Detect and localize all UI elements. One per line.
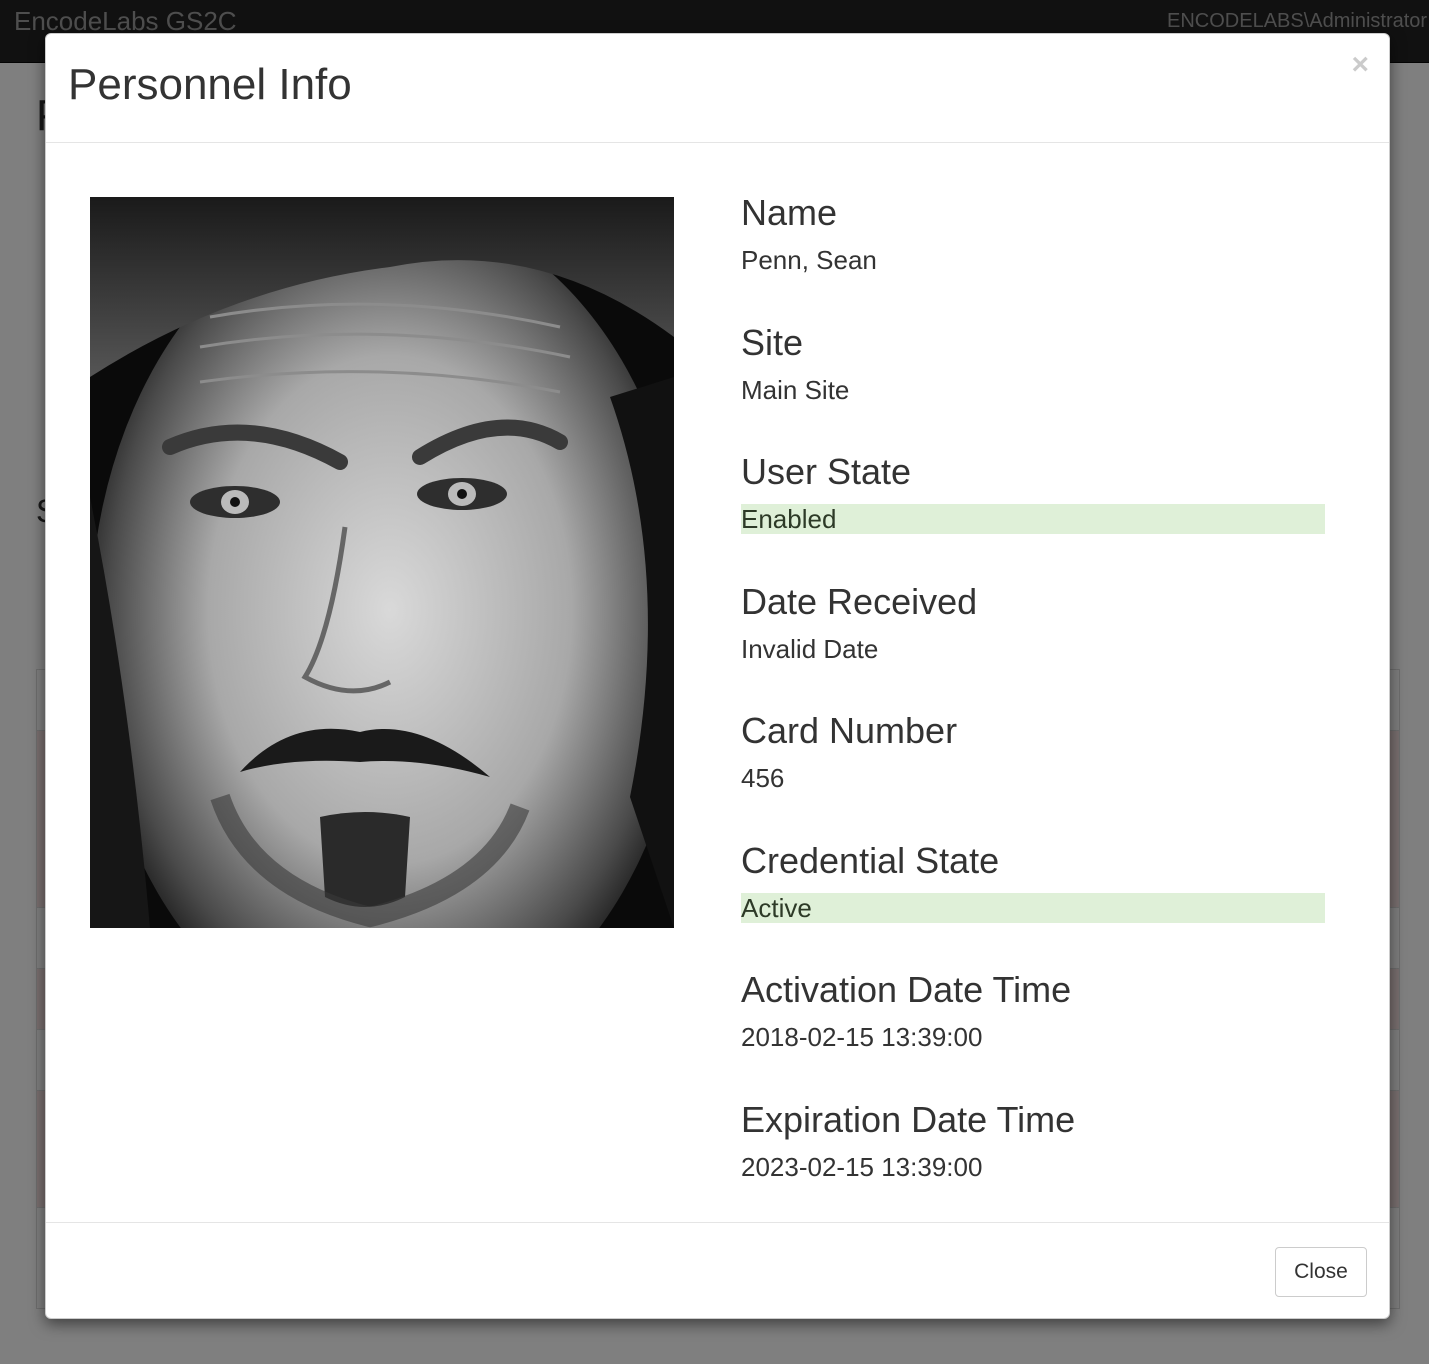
personnel-fields: Name Penn, Sean Site Main Site User Stat…	[741, 193, 1325, 1229]
field-label: Expiration Date Time	[741, 1098, 1076, 1140]
status-badge: Active	[741, 892, 1325, 923]
status-badge: Enabled	[741, 504, 1325, 534]
field-site: Site Main Site	[741, 321, 1325, 453]
field-value: 2023-02-15 13:39:00	[741, 1151, 983, 1182]
field-value: Main Site	[741, 374, 850, 405]
field-label: User State	[741, 451, 912, 492]
field-label: Activation Date Time	[741, 969, 1072, 1010]
field-label: Date Received	[741, 580, 978, 622]
personnel-info-modal: Personnel Info × Name Penn, Sean Site Ma…	[45, 33, 1390, 1319]
field-label: Credential State	[741, 839, 1000, 881]
modal-title: Personnel Info	[68, 60, 352, 109]
field-expiration-date-time: Expiration Date Time 2023-02-15 13:39:00	[741, 1098, 1325, 1230]
field-card-number: Card Number 456	[741, 711, 1325, 841]
personnel-photo	[90, 197, 674, 928]
field-label: Name	[741, 192, 838, 233]
field-date-received: Date Received Invalid Date	[741, 580, 1325, 712]
field-user-state: User State Enabled	[741, 452, 1325, 582]
portrait-image	[90, 197, 674, 928]
close-icon[interactable]: ×	[1351, 50, 1369, 80]
field-value: Invalid Date	[741, 633, 879, 664]
field-value: 456	[741, 763, 785, 793]
field-value: 2018-02-15 13:39:00	[741, 1022, 983, 1052]
close-button[interactable]: Close	[1275, 1247, 1367, 1297]
modal-body: Name Penn, Sean Site Main Site User Stat…	[46, 143, 1389, 1224]
field-credential-state: Credential State Active	[741, 839, 1325, 971]
field-name: Name Penn, Sean	[741, 193, 1325, 323]
modal-footer: Close	[46, 1222, 1389, 1318]
field-label: Card Number	[741, 710, 958, 751]
field-activation-date-time: Activation Date Time 2018-02-15 13:39:00	[741, 970, 1325, 1100]
field-value: Penn, Sean	[741, 245, 877, 275]
field-label: Site	[741, 321, 804, 363]
modal-header: Personnel Info ×	[46, 34, 1389, 143]
